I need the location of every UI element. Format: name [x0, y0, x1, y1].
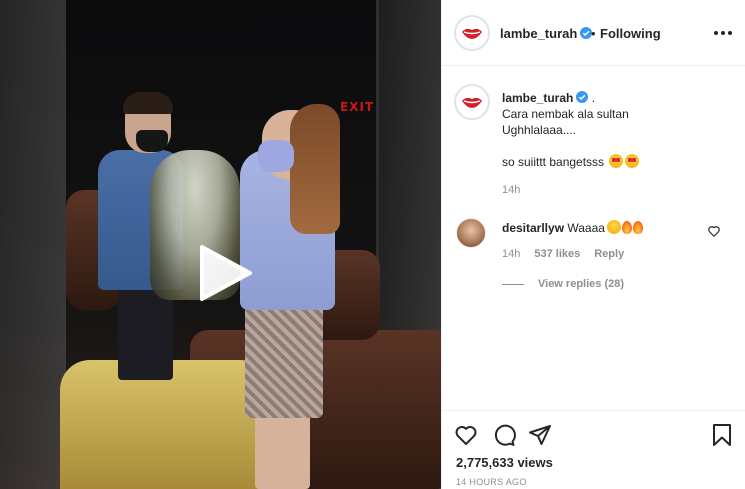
caption-trailing: . [591, 91, 596, 105]
comment-body: Waaaa [567, 221, 605, 235]
woman-skirt [245, 300, 323, 418]
lips-logo-icon [462, 97, 482, 108]
comment-likes[interactable]: 537 likes [534, 248, 580, 260]
avatar[interactable] [454, 84, 490, 120]
caption-line-1: Cara nembak ala sultan [502, 107, 629, 121]
username-link[interactable]: lambe_turah [500, 26, 593, 41]
star-struck-emoji-icon [609, 154, 624, 168]
like-comment-heart-icon[interactable] [707, 224, 721, 238]
share-icon[interactable] [528, 423, 552, 447]
fire-emoji-icon [632, 221, 643, 234]
woman-hair [290, 104, 340, 234]
commenter-avatar[interactable] [456, 218, 486, 248]
caption-line-3-wrap: so suiittt bangetsss [502, 154, 732, 170]
post-panel: lambe_turah • Following lambe_turah . Ca… [441, 0, 745, 489]
caption-text: lambe_turah . Cara nembak ala sultan Ugh… [502, 90, 732, 170]
replies-dash [502, 283, 524, 285]
following-button[interactable]: Following [600, 26, 661, 41]
pleading-emoji-icon [606, 220, 621, 234]
caption-timestamp[interactable]: 14h [502, 184, 520, 196]
avatar[interactable] [454, 15, 490, 51]
comment-meta: 14h 537 likes Reply [502, 248, 624, 260]
play-icon[interactable] [194, 243, 254, 303]
man-hair [123, 92, 173, 114]
caption-line-3: so suiittt bangetsss [502, 155, 605, 169]
star-struck-emoji-icon [625, 154, 640, 168]
verified-badge-icon [576, 91, 589, 103]
lips-logo-icon [462, 28, 482, 39]
comment-timestamp[interactable]: 14h [502, 248, 520, 260]
more-options-icon[interactable] [714, 26, 732, 40]
commenter-username[interactable]: desitarllyw [502, 221, 564, 235]
comment-text: desitarllyw Waaaa [502, 220, 643, 235]
post-actions: 2,775,633 views 14 HOURS AGO [442, 410, 745, 489]
woman-legs [255, 410, 310, 489]
exit-sign: EXIT [340, 100, 375, 114]
face-mask [136, 130, 168, 152]
view-replies-button[interactable]: View replies (28) [502, 278, 624, 290]
separator: • [591, 26, 596, 41]
post-video[interactable]: EXIT [0, 0, 441, 489]
fire-emoji-icon [621, 221, 632, 234]
reply-button[interactable]: Reply [594, 248, 624, 260]
woman-hands [258, 140, 294, 172]
post-timestamp[interactable]: 14 HOURS AGO [456, 477, 527, 487]
view-count[interactable]: 2,775,633 views [456, 455, 553, 470]
caption-line-2: Ughhlalaaa.... [502, 123, 577, 137]
username-text[interactable]: lambe_turah [500, 26, 577, 41]
post-header: lambe_turah • Following [442, 0, 745, 66]
view-replies-label[interactable]: View replies (28) [538, 278, 624, 290]
heart-icon[interactable] [454, 423, 478, 447]
comment-icon[interactable] [492, 423, 516, 447]
left-wall [0, 0, 66, 489]
bookmark-icon[interactable] [710, 423, 734, 447]
post-modal: EXIT lambe_turah • Following lambe_turah… [0, 0, 745, 489]
caption-username[interactable]: lambe_turah [502, 91, 573, 105]
